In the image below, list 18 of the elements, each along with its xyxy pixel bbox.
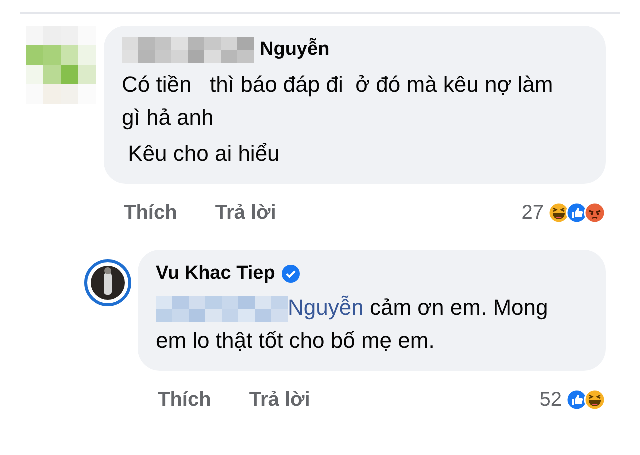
reply-link[interactable]: Trả lời	[215, 198, 276, 228]
like-icon	[566, 202, 588, 224]
reaction-count[interactable]: 27	[522, 198, 544, 228]
like-icon	[566, 389, 588, 411]
comment-text: Kêu cho ai hiểu	[127, 140, 281, 168]
comment-text: Nguyễn cảm ơn em. Mong em lo thật tốt cho bố mẹ em.	[156, 294, 550, 355]
mention-link[interactable]: Nguyễn	[288, 295, 364, 320]
author-name[interactable]: Vu Khac Tiep	[156, 260, 276, 288]
laughing-emoji-icon	[548, 202, 570, 224]
like-link[interactable]: Thích	[158, 385, 212, 415]
like-link[interactable]: Thích	[124, 198, 178, 228]
avatar-icon[interactable]	[84, 258, 132, 306]
author-name[interactable]: Nguyễn	[260, 36, 330, 64]
comment-text: Có tiền thì báo đáp đi ở đó mà kêu nợ làm gì hả anh	[122, 70, 554, 132]
reply-link[interactable]: Trả lời	[249, 385, 310, 415]
reaction-count[interactable]: 52	[540, 385, 562, 415]
laughing-emoji-icon	[584, 389, 606, 411]
angry-emoji-icon	[584, 202, 606, 224]
